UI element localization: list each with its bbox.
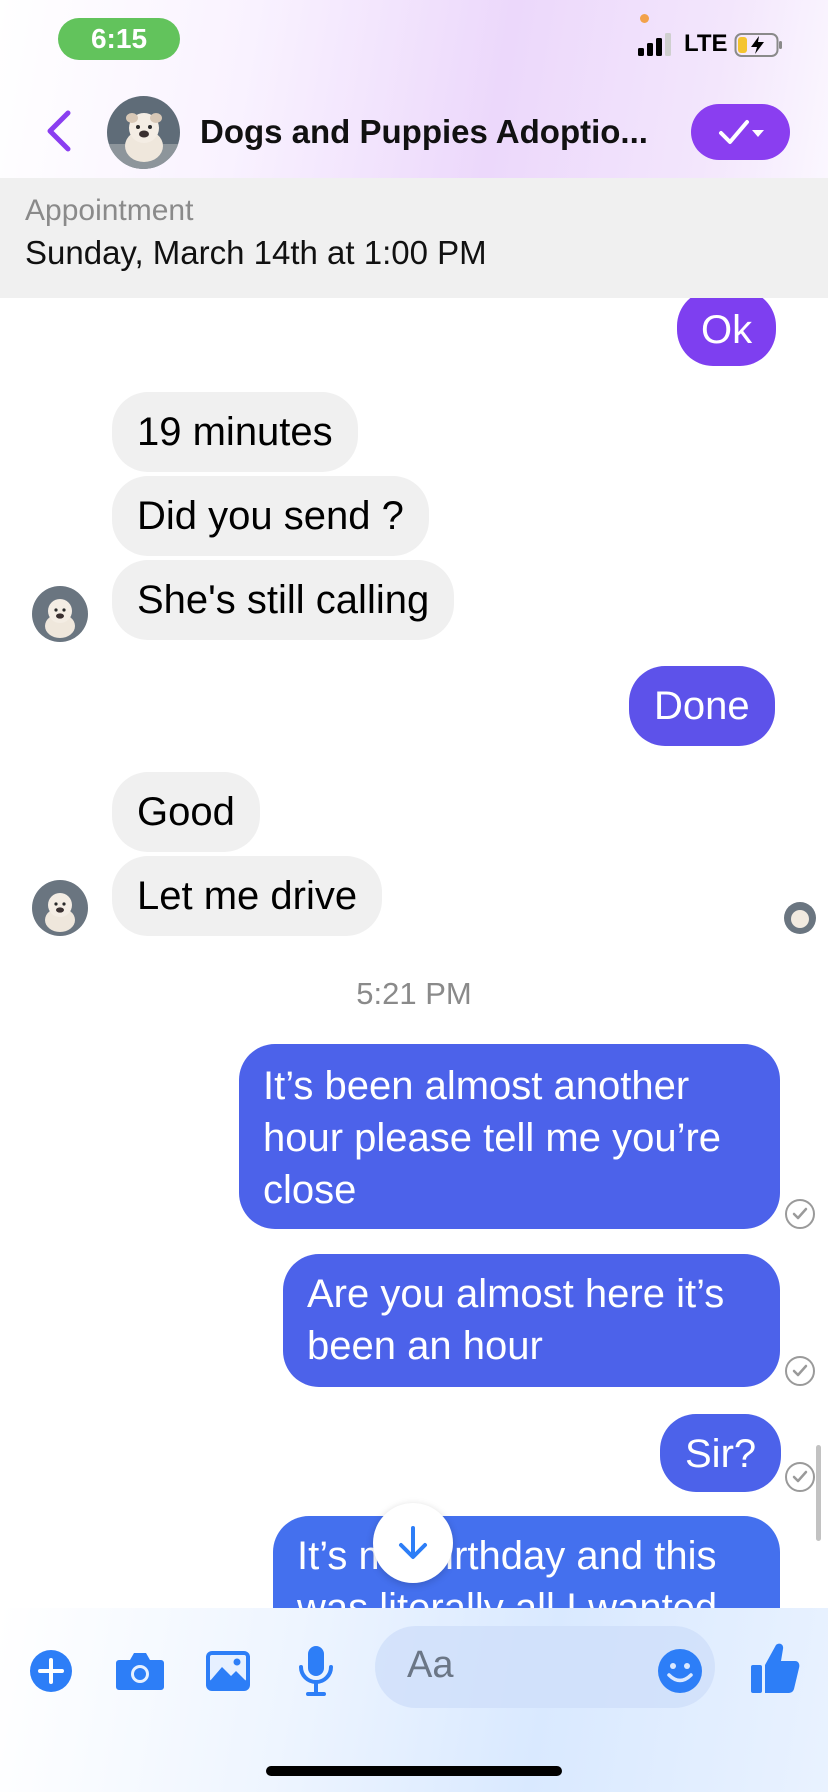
sender-avatar[interactable] <box>32 586 88 642</box>
message-bubble-incoming[interactable]: Good <box>112 772 260 852</box>
message-bubble-outgoing[interactable]: Ok <box>677 298 777 366</box>
photo-icon[interactable] <box>205 1650 251 1692</box>
messenger-screen: 6:15 LTE Dogs and Puppies Adoptio... App… <box>0 0 828 1792</box>
chat-title[interactable]: Dogs and Puppies Adoptio... <box>200 113 680 151</box>
dog-avatar-icon <box>784 902 816 934</box>
signal-icon <box>638 33 671 56</box>
message-bubble-outgoing[interactable]: Are you almost here it’s been an hour <box>283 1254 780 1387</box>
message-bubble-outgoing[interactable]: It’s my birthday and this was literally … <box>273 1516 780 1608</box>
contact-avatar[interactable] <box>107 96 180 169</box>
message-bubble-incoming[interactable]: 19 minutes <box>112 392 358 472</box>
emoji-icon[interactable] <box>657 1648 703 1694</box>
back-arrow-icon[interactable] <box>40 108 80 154</box>
status-time: 6:15 <box>58 18 180 60</box>
message-bubble-outgoing[interactable]: Done <box>629 666 775 746</box>
arrow-down-icon <box>399 1526 427 1559</box>
sender-avatar[interactable] <box>32 880 88 936</box>
delivered-check-icon <box>785 1356 815 1386</box>
home-indicator[interactable] <box>266 1766 562 1776</box>
verified-menu-button[interactable] <box>691 104 790 160</box>
message-bubble-incoming[interactable]: Let me drive <box>112 856 383 936</box>
message-list[interactable]: Ok 19 minutes Did you send ? She's still… <box>0 298 828 1608</box>
plus-icon[interactable] <box>29 1649 73 1693</box>
delivered-check-icon <box>785 1462 815 1492</box>
network-label: LTE <box>684 30 728 57</box>
message-timestamp: 5:21 PM <box>356 976 472 1011</box>
appointment-banner[interactable]: Appointment Sunday, March 14th at 1:00 P… <box>0 178 828 298</box>
battery-charging-icon <box>734 33 782 57</box>
message-bubble-outgoing[interactable]: Sir? <box>660 1414 782 1492</box>
read-receipt-avatar <box>784 902 816 934</box>
dog-avatar-icon <box>32 880 88 936</box>
message-bubble-outgoing[interactable]: It’s been almost another hour please tel… <box>239 1044 780 1229</box>
privacy-indicator-dot <box>640 14 649 23</box>
camera-icon[interactable] <box>115 1650 165 1692</box>
thumbs-up-icon[interactable] <box>750 1641 800 1695</box>
appointment-label: Appointment <box>25 194 194 227</box>
message-input-placeholder: Aa <box>407 1644 454 1686</box>
dog-avatar-icon <box>32 586 88 642</box>
scroll-to-bottom-button[interactable] <box>373 1503 453 1583</box>
check-dropdown-icon <box>718 120 764 144</box>
scroll-indicator[interactable] <box>816 1445 821 1541</box>
message-bubble-incoming[interactable]: She's still calling <box>112 560 455 640</box>
message-bubble-incoming[interactable]: Did you send ? <box>112 476 429 556</box>
appointment-date: Sunday, March 14th at 1:00 PM <box>25 234 487 271</box>
microphone-icon[interactable] <box>298 1645 334 1697</box>
delivered-check-icon <box>785 1199 815 1229</box>
dog-avatar-icon <box>107 96 180 169</box>
